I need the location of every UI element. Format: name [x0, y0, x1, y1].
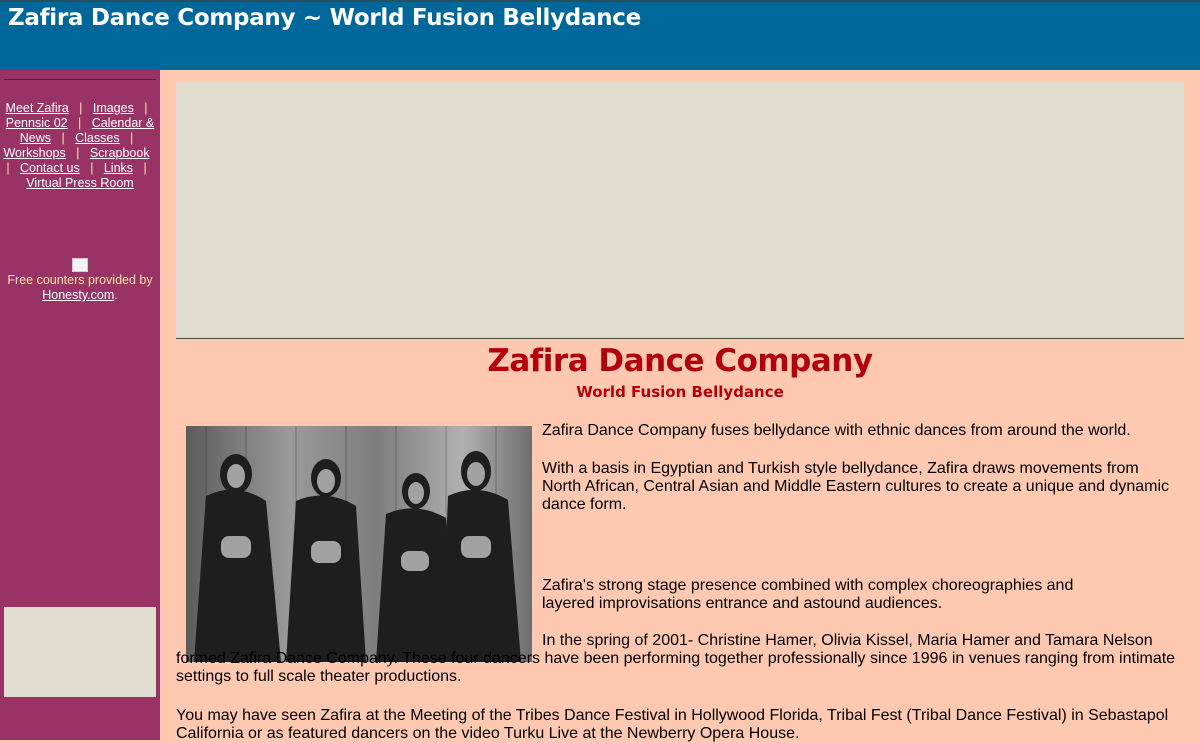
- nav-link-scrapbook[interactable]: Scrapbook: [90, 146, 150, 160]
- paragraph-festivals: You may have seen Zafira at the Meeting …: [176, 707, 1169, 742]
- nav-link-meet-zafira[interactable]: Meet Zafira: [6, 101, 69, 115]
- page-subtitle: World Fusion Bellydance: [576, 383, 784, 401]
- site-header: Zafira Dance Company ~ World Fusion Bell…: [0, 0, 1200, 70]
- nav-separator: |: [130, 131, 134, 145]
- page-title: Zafira Dance Company: [487, 343, 873, 379]
- counter-credit-period: .: [114, 288, 118, 302]
- nav-separator: |: [6, 161, 10, 175]
- banner-ad-placeholder: [176, 82, 1184, 338]
- nav-link-links[interactable]: Links: [104, 161, 133, 175]
- paragraph-stage-presence-2: layered improvisations entrance and asto…: [542, 595, 943, 612]
- nav-link-images[interactable]: Images: [93, 101, 134, 115]
- nav-separator: |: [90, 161, 94, 175]
- counter-credit-text: Free counters provided by: [7, 273, 153, 287]
- nav-separator: |: [143, 161, 147, 175]
- nav-links: Meet Zafira | Images | Pennsic 02 | Cale…: [2, 101, 158, 191]
- broken-counter-image-icon: [72, 258, 88, 272]
- nav-separator: |: [76, 146, 80, 160]
- sidebar-ad-placeholder: [4, 607, 156, 697]
- horizontal-rule: [176, 338, 1184, 339]
- honesty-link[interactable]: Honesty.com: [42, 288, 114, 302]
- sidebar-divider: [4, 79, 156, 80]
- nav-link-contact-us[interactable]: Contact us: [20, 161, 80, 175]
- site-title: Zafira Dance Company ~ World Fusion Bell…: [8, 5, 641, 31]
- paragraph-history-wrap: In the spring of 2001- Christine Hamer, …: [176, 632, 1176, 686]
- nav-link-workshops[interactable]: Workshops: [3, 146, 65, 160]
- counter-credit: Free counters provided by Honesty.com.: [2, 273, 158, 303]
- paragraph-stage-presence: Zafira's strong stage presence combined …: [542, 577, 1074, 594]
- paragraph-basis: With a basis in Egyptian and Turkish sty…: [542, 460, 1170, 513]
- sidebar: Meet Zafira | Images | Pennsic 02 | Cale…: [0, 70, 160, 740]
- nav-separator: |: [144, 101, 148, 115]
- nav-separator: |: [78, 116, 82, 130]
- nav-link-classes[interactable]: Classes: [75, 131, 119, 145]
- nav-link-virtual-press-room[interactable]: Virtual Press Room: [26, 176, 133, 190]
- nav-link-pennsic-02[interactable]: Pennsic 02: [6, 116, 68, 130]
- main-content: Zafira Dance Company fuses bellydance wi…: [176, 422, 1176, 743]
- paragraph-intro: Zafira Dance Company fuses bellydance wi…: [542, 422, 1131, 439]
- paragraph-history: In the spring of 2001- Christine Hamer, …: [176, 632, 1176, 685]
- nav-separator: |: [79, 101, 83, 115]
- nav-separator: |: [61, 131, 65, 145]
